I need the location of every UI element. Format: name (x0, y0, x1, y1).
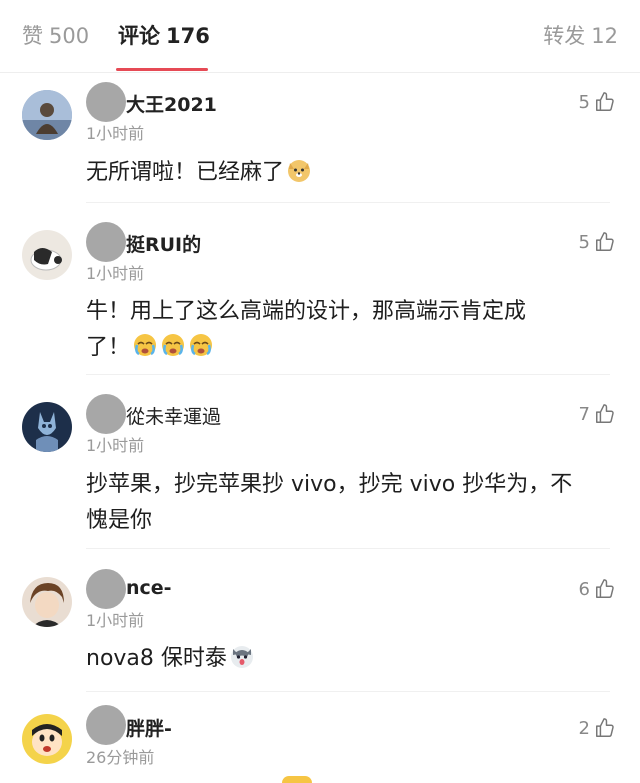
tab-reposts[interactable]: 转发 12 (543, 20, 618, 50)
tab-likes-label: 赞 (22, 24, 43, 48)
partial-emoji-icon (282, 776, 312, 783)
blurred-username-prefix (86, 222, 126, 262)
avatar[interactable] (22, 402, 72, 452)
divider (86, 202, 610, 203)
comment-text: 无所谓啦！已经麻了 (86, 155, 606, 191)
comment-text: 牛！用上了这么高端的设计，那高端示肯定成 了！ (86, 294, 606, 366)
blurred-username-prefix (86, 569, 126, 609)
avatar[interactable] (22, 230, 72, 280)
comment-time: 1小时前 (86, 264, 145, 283)
like-button[interactable]: 2 (579, 716, 616, 740)
comment-text-line: 愧是你 (86, 508, 153, 533)
comment-text-content: nova8 保时泰 (86, 646, 227, 671)
username[interactable]: 挺RUI的 (126, 230, 201, 257)
comment-tabs: 赞 500 评论 176 转发 12 (0, 0, 640, 73)
doge-emoji-icon (288, 160, 311, 182)
thumbs-up-icon (596, 232, 614, 251)
avatar[interactable] (22, 90, 72, 140)
comment-time: 1小时前 (86, 124, 145, 143)
crying-emoji-icon (190, 334, 213, 356)
divider (86, 374, 610, 375)
comment-text-content: 了！ (86, 335, 131, 360)
username[interactable]: nce- (126, 577, 172, 599)
crying-emoji-icon (134, 334, 157, 356)
comment-time: 1小时前 (86, 436, 145, 455)
tab-comments[interactable]: 评论 176 (118, 20, 210, 50)
comment-time: 1小时前 (86, 611, 145, 630)
comment-text-content: 无所谓啦！已经麻了 (86, 160, 285, 185)
divider (86, 548, 610, 549)
thumbs-up-icon (596, 718, 614, 737)
tab-likes[interactable]: 赞 500 (22, 20, 89, 50)
avatar[interactable] (22, 577, 72, 627)
comment-text-line: 了！ (86, 330, 606, 366)
like-count: 7 (578, 403, 590, 425)
comment-text: 抄苹果，抄完苹果抄 vivo，抄完 vivo 抄华为，不 愧是你 (86, 467, 606, 539)
username[interactable]: 胖胖- (126, 714, 172, 741)
tab-comments-label: 评论 (118, 24, 160, 48)
tab-reposts-count: 12 (591, 24, 618, 48)
active-tab-indicator (116, 68, 208, 71)
crying-emoji-icon (162, 334, 185, 356)
thumbs-up-icon (596, 92, 614, 111)
like-button[interactable]: 5 (579, 90, 616, 114)
comment-text-line: 牛！用上了这么高端的设计，那高端示肯定成 (86, 299, 527, 324)
comment-text-line: 抄苹果，抄完苹果抄 vivo，抄完 vivo 抄华为，不 (86, 472, 573, 497)
tab-reposts-label: 转发 (543, 24, 586, 48)
like-count: 5 (578, 231, 590, 253)
like-button[interactable]: 7 (579, 402, 616, 426)
tab-comments-count: 176 (166, 24, 210, 48)
username[interactable]: 大王2021 (126, 90, 217, 117)
username[interactable]: 從未幸運過 (126, 402, 221, 429)
like-count: 2 (578, 717, 590, 739)
comment-text: nova8 保时泰 (86, 641, 606, 677)
comment-time: 26分钟前 (86, 748, 155, 767)
blurred-username-prefix (86, 82, 126, 122)
thumbs-up-icon (596, 579, 614, 598)
husky-emoji-icon (230, 646, 253, 668)
like-button[interactable]: 6 (579, 577, 616, 601)
like-count: 6 (578, 578, 590, 600)
blurred-username-prefix (86, 394, 126, 434)
blurred-username-prefix (86, 705, 126, 745)
avatar[interactable] (22, 714, 72, 764)
thumbs-up-icon (596, 404, 614, 423)
like-count: 5 (578, 91, 590, 113)
like-button[interactable]: 5 (579, 230, 616, 254)
tab-likes-count: 500 (49, 24, 90, 48)
divider (86, 691, 610, 692)
